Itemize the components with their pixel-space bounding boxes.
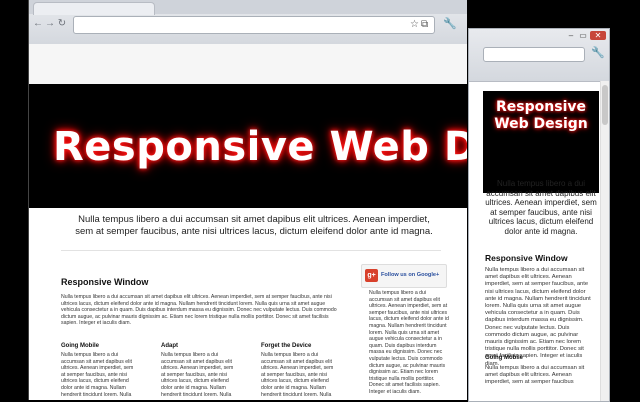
reload-icon[interactable]: ↻ xyxy=(57,19,67,29)
close-icon[interactable]: ✕ xyxy=(590,31,606,40)
column-title-going-mobile: Going Mobile xyxy=(61,343,99,349)
wrench-menu-icon[interactable]: 🔧 xyxy=(443,18,457,30)
scrollbar[interactable] xyxy=(600,81,609,401)
tab-strip xyxy=(29,0,467,15)
back-icon[interactable]: ← xyxy=(33,19,43,29)
bookmark-star-icon[interactable]: ☆ xyxy=(410,18,419,32)
column-body-forget-device: Nulla tempus libero a dui accumsan sit a… xyxy=(261,352,334,398)
minimize-icon[interactable]: – xyxy=(565,31,577,40)
hero-banner: Responsive Web Des xyxy=(29,84,467,208)
google-plus-follow-button[interactable]: g+ Follow us on Google+ xyxy=(361,264,447,288)
address-bar-narrow[interactable] xyxy=(483,47,585,62)
maximize-icon[interactable]: ▭ xyxy=(577,31,589,40)
hero-banner-narrow: Responsive Web Design xyxy=(483,91,599,193)
hero-title: Responsive Web Des xyxy=(53,124,467,170)
section-title: Responsive Window xyxy=(61,277,149,287)
address-bar[interactable]: ☆ ⧉ xyxy=(73,16,435,34)
google-plus-label: Follow us on Google+ xyxy=(381,272,440,278)
browser-window-narrow: – ▭ ✕ 🔧 Responsive Web Design Nulla temp… xyxy=(468,28,610,402)
column-title-forget-device: Forget the Device xyxy=(261,343,312,349)
browser-toolbar: ← → ↻ ☆ ⧉ 🔧 xyxy=(29,0,467,45)
column-title-adapt: Adapt xyxy=(161,343,178,349)
column-body-going-mobile: Nulla tempus libero a dui accumsan sit a… xyxy=(61,352,134,398)
intro-text: Nulla tempus libero a dui accumsan sit a… xyxy=(75,214,433,237)
page-top-bar xyxy=(29,44,467,85)
subsection-body-narrow: Nulla tempus libero a dui accumsan sit a… xyxy=(485,365,585,386)
browser-window-wide: ← → ↻ ☆ ⧉ 🔧 Responsive Web Des Nulla tem… xyxy=(28,0,467,400)
browser-tab[interactable] xyxy=(33,2,155,15)
column-body-adapt: Nulla tempus libero a dui accumsan sit a… xyxy=(161,352,234,398)
forward-icon[interactable]: → xyxy=(45,19,55,29)
section-title-narrow: Responsive Window xyxy=(485,253,568,263)
section-body: Nulla tempus libero a dui accumsan sit a… xyxy=(61,294,337,327)
wrench-menu-icon-narrow[interactable]: 🔧 xyxy=(591,47,605,59)
intro-text-narrow: Nulla tempus libero a dui accumsan sit a… xyxy=(485,179,597,236)
browser-toolbar-narrow: – ▭ ✕ 🔧 xyxy=(469,29,609,82)
section-body-narrow: Nulla tempus libero a dui accumsan sit a… xyxy=(485,267,591,367)
divider xyxy=(61,250,441,251)
subsection-title-narrow: Going Mobile xyxy=(485,355,523,361)
sidebar-body: Nulla tempus libero a dui accumsan sit a… xyxy=(369,290,449,395)
extension-icon[interactable]: ⧉ xyxy=(421,18,428,32)
scrollbar-thumb[interactable] xyxy=(602,85,608,125)
google-plus-icon: g+ xyxy=(365,269,378,282)
hero-title-narrow: Responsive Web Design xyxy=(494,99,588,132)
